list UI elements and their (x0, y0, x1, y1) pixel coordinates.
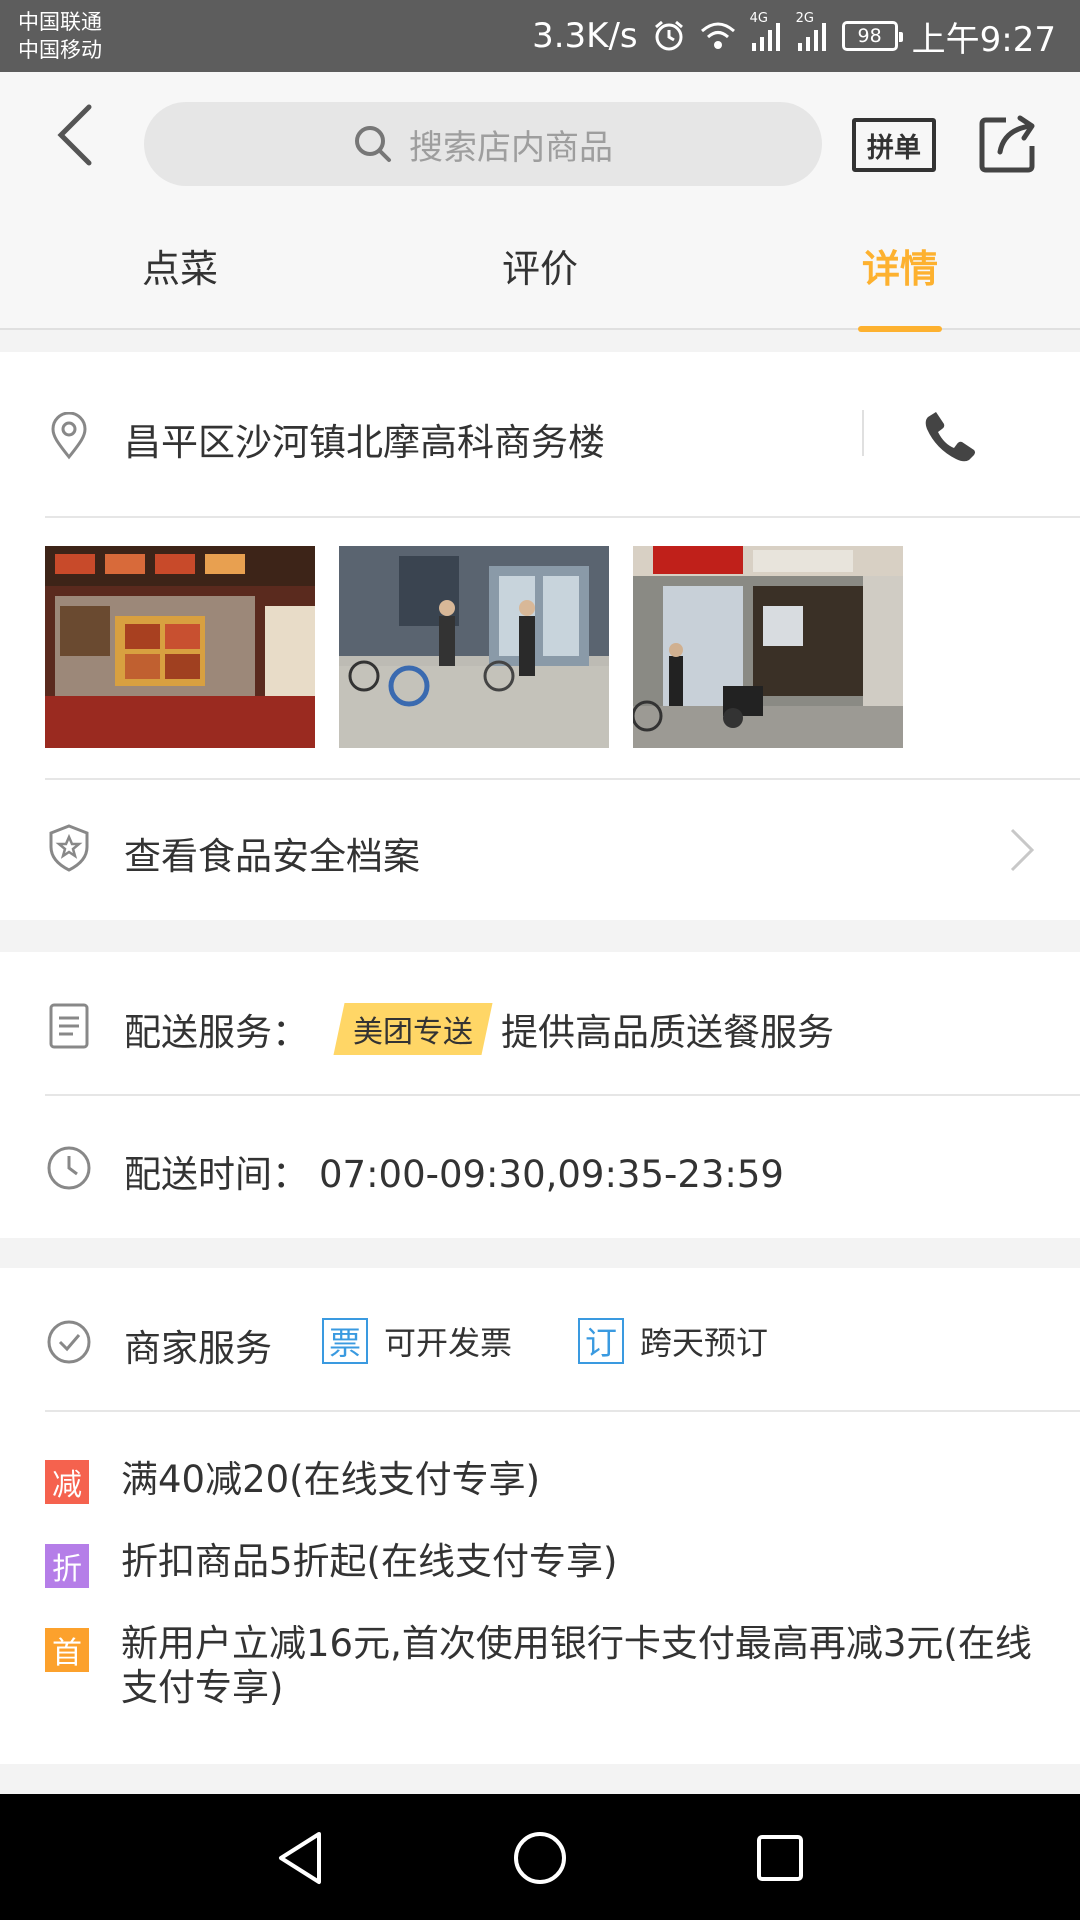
carrier-info: 中国联通 中国移动 (18, 8, 102, 64)
back-button[interactable] (40, 100, 110, 170)
meituan-delivery-tag: 美团专送 (333, 1003, 493, 1055)
share-icon (979, 115, 1035, 173)
store-address[interactable]: 昌平区沙河镇北摩高科商务楼 (124, 412, 605, 466)
invoice-text: 可开发票 (384, 1324, 513, 1362)
divider (45, 778, 1080, 780)
carrier-1: 中国联通 (18, 10, 102, 34)
tab-details[interactable]: 详情 (780, 200, 1020, 332)
food-safety-link[interactable]: 查看食品安全档案 (124, 826, 420, 880)
delivery-service-desc: 提供高品质送餐服务 (501, 1011, 834, 1054)
nav-recents-icon (757, 1835, 803, 1881)
meituan-delivery-tag-text: 美团专送 (353, 1015, 473, 1050)
back-arrow-icon (57, 104, 92, 166)
store-photo-3[interactable] (633, 546, 903, 748)
tab-order[interactable]: 点菜 (60, 200, 300, 330)
merchant-services-label: 商家服务 (124, 1327, 272, 1370)
tab-active-indicator (858, 326, 942, 332)
battery-icon: 98 (841, 21, 903, 51)
wifi-icon (700, 21, 736, 51)
service-invoice: 票 可开发票 (322, 1318, 512, 1364)
store-photo-1[interactable] (45, 546, 315, 748)
merchant-section: 商家服务 票 可开发票 订 跨天预订 减 满40减20(在线支付专享) 折 折扣… (0, 1268, 1080, 1764)
tab-bar: 点菜 评价 详情 (0, 200, 1080, 332)
location-pin-icon (45, 412, 93, 460)
divider (45, 1094, 1080, 1096)
delivery-section: 配送服务： 美团专送 提供高品质送餐服务 配送时间： 07:00-09:30,09… (0, 952, 1080, 1238)
chevron-right-icon[interactable] (1008, 826, 1036, 878)
clock: 上午9:27 (911, 19, 1056, 60)
group-order-button[interactable]: 拼单 (852, 118, 936, 172)
alarm-icon (652, 19, 686, 53)
store-info-section: 昌平区沙河镇北摩高科商务楼 查看食品安全档案 (0, 352, 1080, 920)
nav-home-button[interactable] (512, 1830, 568, 1886)
delivery-service-row: 配送服务： 美团专送 提供高品质送餐服务 (124, 1002, 834, 1056)
service-preorder: 订 跨天预订 (578, 1318, 768, 1364)
nav-back-button[interactable] (272, 1830, 328, 1886)
delivery-time-row: 配送时间： 07:00-09:30,09:35-23:59 (124, 1144, 784, 1198)
nav-recents-button[interactable] (752, 1830, 808, 1886)
tab-order-label: 点菜 (141, 246, 218, 291)
tab-reviews[interactable]: 评价 (420, 200, 660, 330)
divider (45, 1410, 1080, 1412)
signal-icon-2: 2G (796, 11, 828, 51)
promo-sale-text: 折扣商品5折起(在线支付专享) (121, 1540, 618, 1583)
address-divider (862, 410, 864, 456)
preorder-text: 跨天预订 (640, 1324, 769, 1362)
delivery-time-value: 07:00-09:30,09:35-23:59 (319, 1153, 784, 1196)
promo-discount-text: 满40减20(在线支付专享) (121, 1458, 541, 1501)
nav-home-icon (514, 1832, 566, 1884)
delivery-service-label: 配送服务： (124, 1011, 309, 1054)
header: 搜索店内商品 拼单 (0, 72, 1080, 200)
network-speed: 3.3K/s (532, 16, 638, 56)
battery-level: 98 (857, 25, 882, 47)
check-circle-icon (45, 1318, 93, 1366)
preorder-badge: 订 (578, 1318, 624, 1364)
nav-back-icon (279, 1832, 321, 1884)
promo-badge-sale: 折 (45, 1544, 89, 1588)
system-nav-bar (0, 1794, 1080, 1920)
phone-icon (925, 412, 975, 462)
search-input[interactable]: 搜索店内商品 (144, 102, 822, 186)
invoice-badge: 票 (322, 1318, 368, 1364)
promo-badge-new-user: 首 (45, 1628, 89, 1672)
share-button[interactable] (976, 112, 1040, 176)
promo-new-user-text: 新用户立减16元,首次使用银行卡支付最高再减3元(在线支付专享) (121, 1622, 1032, 1709)
divider (45, 516, 1080, 518)
signal-2-label: 2G (795, 11, 814, 26)
tab-details-label: 详情 (861, 246, 938, 291)
shield-icon (45, 824, 93, 872)
store-photo-2[interactable] (339, 546, 609, 748)
call-button[interactable] (920, 406, 980, 466)
promo-badge-discount: 减 (45, 1460, 89, 1504)
carrier-2: 中国移动 (18, 38, 102, 62)
status-bar: 中国联通 中国移动 3.3K/s 4G 2G 98 上午9:27 (0, 0, 1080, 72)
search-placeholder: 搜索店内商品 (409, 127, 613, 168)
clock-icon (45, 1144, 93, 1192)
signal-icon-1: 4G (750, 11, 782, 51)
search-icon (353, 124, 393, 164)
tab-reviews-label: 评价 (501, 246, 578, 291)
delivery-time-label: 配送时间： (124, 1153, 309, 1196)
document-icon (45, 1002, 93, 1050)
signal-1-label: 4G (749, 11, 768, 26)
